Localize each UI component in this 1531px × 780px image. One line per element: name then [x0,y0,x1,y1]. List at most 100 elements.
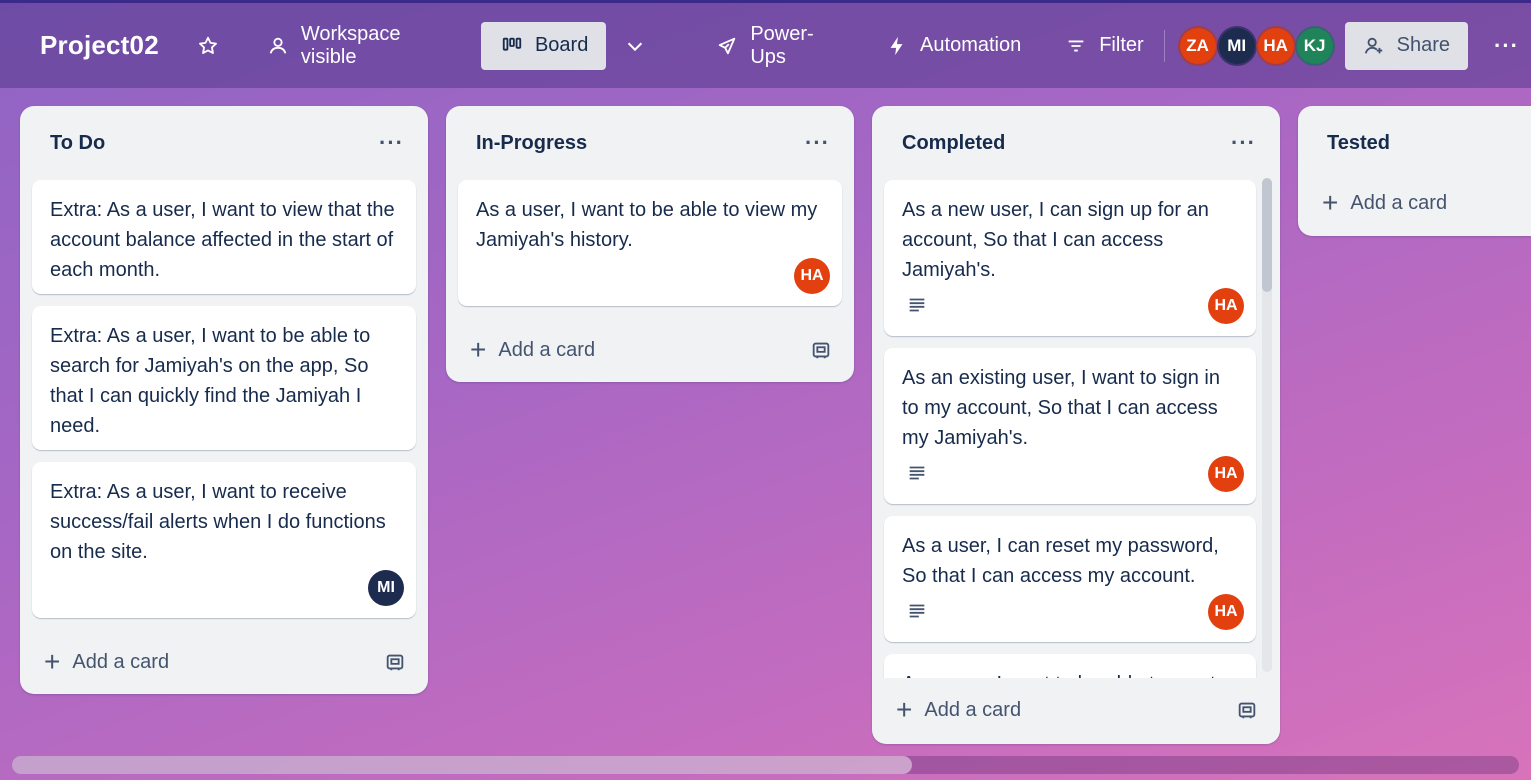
list-tested: Tested + Add a card [1298,106,1531,236]
avatar-initials: HA [800,267,824,284]
board-icon [501,35,523,57]
share-button[interactable]: Share [1344,21,1469,70]
add-card-label: Add a card [498,338,596,361]
member-avatars: ZA MI HA KJ [1177,25,1335,66]
list-title[interactable]: To Do [50,132,105,155]
avatar[interactable]: MI [1216,25,1257,66]
card-title: Extra: As a user, I want to receive succ… [50,481,386,563]
plus-icon: + [1322,187,1339,218]
avatar-initials: MI [377,579,395,596]
description-icon [906,462,928,484]
card[interactable]: Extra: As a user, I want to receive succ… [32,462,416,618]
list-in-progress: In-Progress ··· As a user, I want to be … [446,106,854,382]
card[interactable]: Extra: As a user, I want to be able to s… [32,306,416,450]
list-header: Tested [1298,106,1531,180]
avatar[interactable]: ZA [1177,25,1218,66]
avatar-initials: KJ [1303,35,1326,55]
powerups-button[interactable]: Power-Ups [704,22,858,70]
card[interactable]: As a new user, I can sign up for an acco… [884,180,1256,336]
visibility-label: Workspace visible [300,22,401,68]
card-member-avatar[interactable]: HA [1208,456,1244,492]
list-title[interactable]: Tested [1327,132,1390,155]
card-member-avatar[interactable]: HA [1208,594,1244,630]
list-menu-button[interactable]: ··· [379,130,404,156]
add-card-row: + Add a card [872,678,1280,742]
list-completed: Completed ··· As a new user, I can sign … [872,106,1280,744]
card-title: Extra: As a user, I want to be able to s… [50,325,371,437]
card-template-icon[interactable] [810,339,832,361]
board-view-button[interactable]: Board [480,21,607,70]
add-person-icon [1363,35,1385,57]
add-card-row: + Add a card [446,318,854,382]
card-list: Extra: As a user, I want to view that th… [20,180,428,618]
filter-button[interactable]: Filter [1053,22,1155,70]
automation-button[interactable]: Automation [874,22,1033,70]
add-card-button[interactable]: + Add a card [896,696,1021,724]
avatar-initials: HA [1214,465,1238,482]
powerups-label: Power-Ups [750,22,814,68]
view-switcher-button[interactable] [612,22,658,70]
card-member-avatar[interactable]: HA [794,258,830,294]
add-card-label: Add a card [72,650,170,673]
list-title[interactable]: Completed [902,132,1005,155]
add-card-row: + Add a card [20,630,428,694]
card-template-icon[interactable] [384,651,406,673]
list-to-do: To Do ··· Extra: As a user, I want to vi… [20,106,428,694]
card-list: As a new user, I can sign up for an acco… [872,180,1280,678]
lightning-icon [886,35,908,57]
add-card-label: Add a card [1350,191,1448,214]
automation-label: Automation [920,34,1022,56]
rocket-icon [716,35,738,57]
add-card-button[interactable]: + Add a card [1322,189,1447,217]
card-title: As a user, I want to be able to view my … [476,199,818,251]
list-header: Completed ··· [872,106,1280,180]
board-header: Project02 Workspace visible Board Power-… [0,0,1531,88]
star-button[interactable] [185,22,231,70]
header-divider [1163,29,1165,62]
avatar-initials: ZA [1186,35,1209,55]
description-icon [906,294,928,316]
add-card-row: + Add a card [1298,170,1531,236]
board-menu-button[interactable]: ··· [1482,22,1531,70]
card[interactable]: As a user, I want to be able to create [884,654,1256,678]
plus-icon: + [44,646,61,677]
card-template-icon[interactable] [1236,699,1258,721]
list-menu-button[interactable]: ··· [805,130,830,156]
card-title: As a user, I can reset my password, So t… [902,535,1219,587]
visibility-button[interactable]: Workspace visible [255,22,469,70]
chevron-down-icon [624,35,646,57]
card-list: As a user, I want to be able to view my … [446,180,854,306]
card[interactable]: Extra: As a user, I want to view that th… [32,180,416,294]
share-label: Share [1396,34,1451,56]
filter-label: Filter [1099,34,1144,56]
add-card-button[interactable]: + Add a card [470,336,595,364]
plus-icon: + [896,694,913,725]
card[interactable]: As a user, I want to be able to view my … [458,180,842,306]
board-title[interactable]: Project02 [40,30,159,61]
star-icon [197,35,219,57]
card-member-avatar[interactable]: HA [1208,288,1244,324]
people-icon [267,35,289,57]
card[interactable]: As a user, I can reset my password, So t… [884,516,1256,642]
list-header: To Do ··· [20,106,428,180]
card[interactable]: As an existing user, I want to sign in t… [884,348,1256,504]
list-scrollbar-thumb[interactable] [1262,178,1272,292]
avatar[interactable]: HA [1255,25,1296,66]
card-title: As an existing user, I want to sign in t… [902,367,1220,449]
card-title: Extra: As a user, I want to view that th… [50,199,395,281]
avatar[interactable]: KJ [1294,25,1335,66]
card-title: As a user, I want to be able to create [902,669,1238,678]
list-title[interactable]: In-Progress [476,132,587,155]
card-member-avatar[interactable]: MI [368,570,404,606]
board-scrollbar-thumb[interactable] [12,756,912,774]
card-title: As a new user, I can sign up for an acco… [902,199,1209,281]
list-menu-button[interactable]: ··· [1231,130,1256,156]
avatar-initials: MI [1227,35,1247,55]
avatar-initials: HA [1214,603,1238,620]
plus-icon: + [470,334,487,365]
avatar-initials: HA [1214,297,1238,314]
list-header: In-Progress ··· [446,106,854,180]
add-card-button[interactable]: + Add a card [44,648,169,676]
avatar-initials: HA [1263,35,1288,55]
filter-icon [1065,35,1087,57]
